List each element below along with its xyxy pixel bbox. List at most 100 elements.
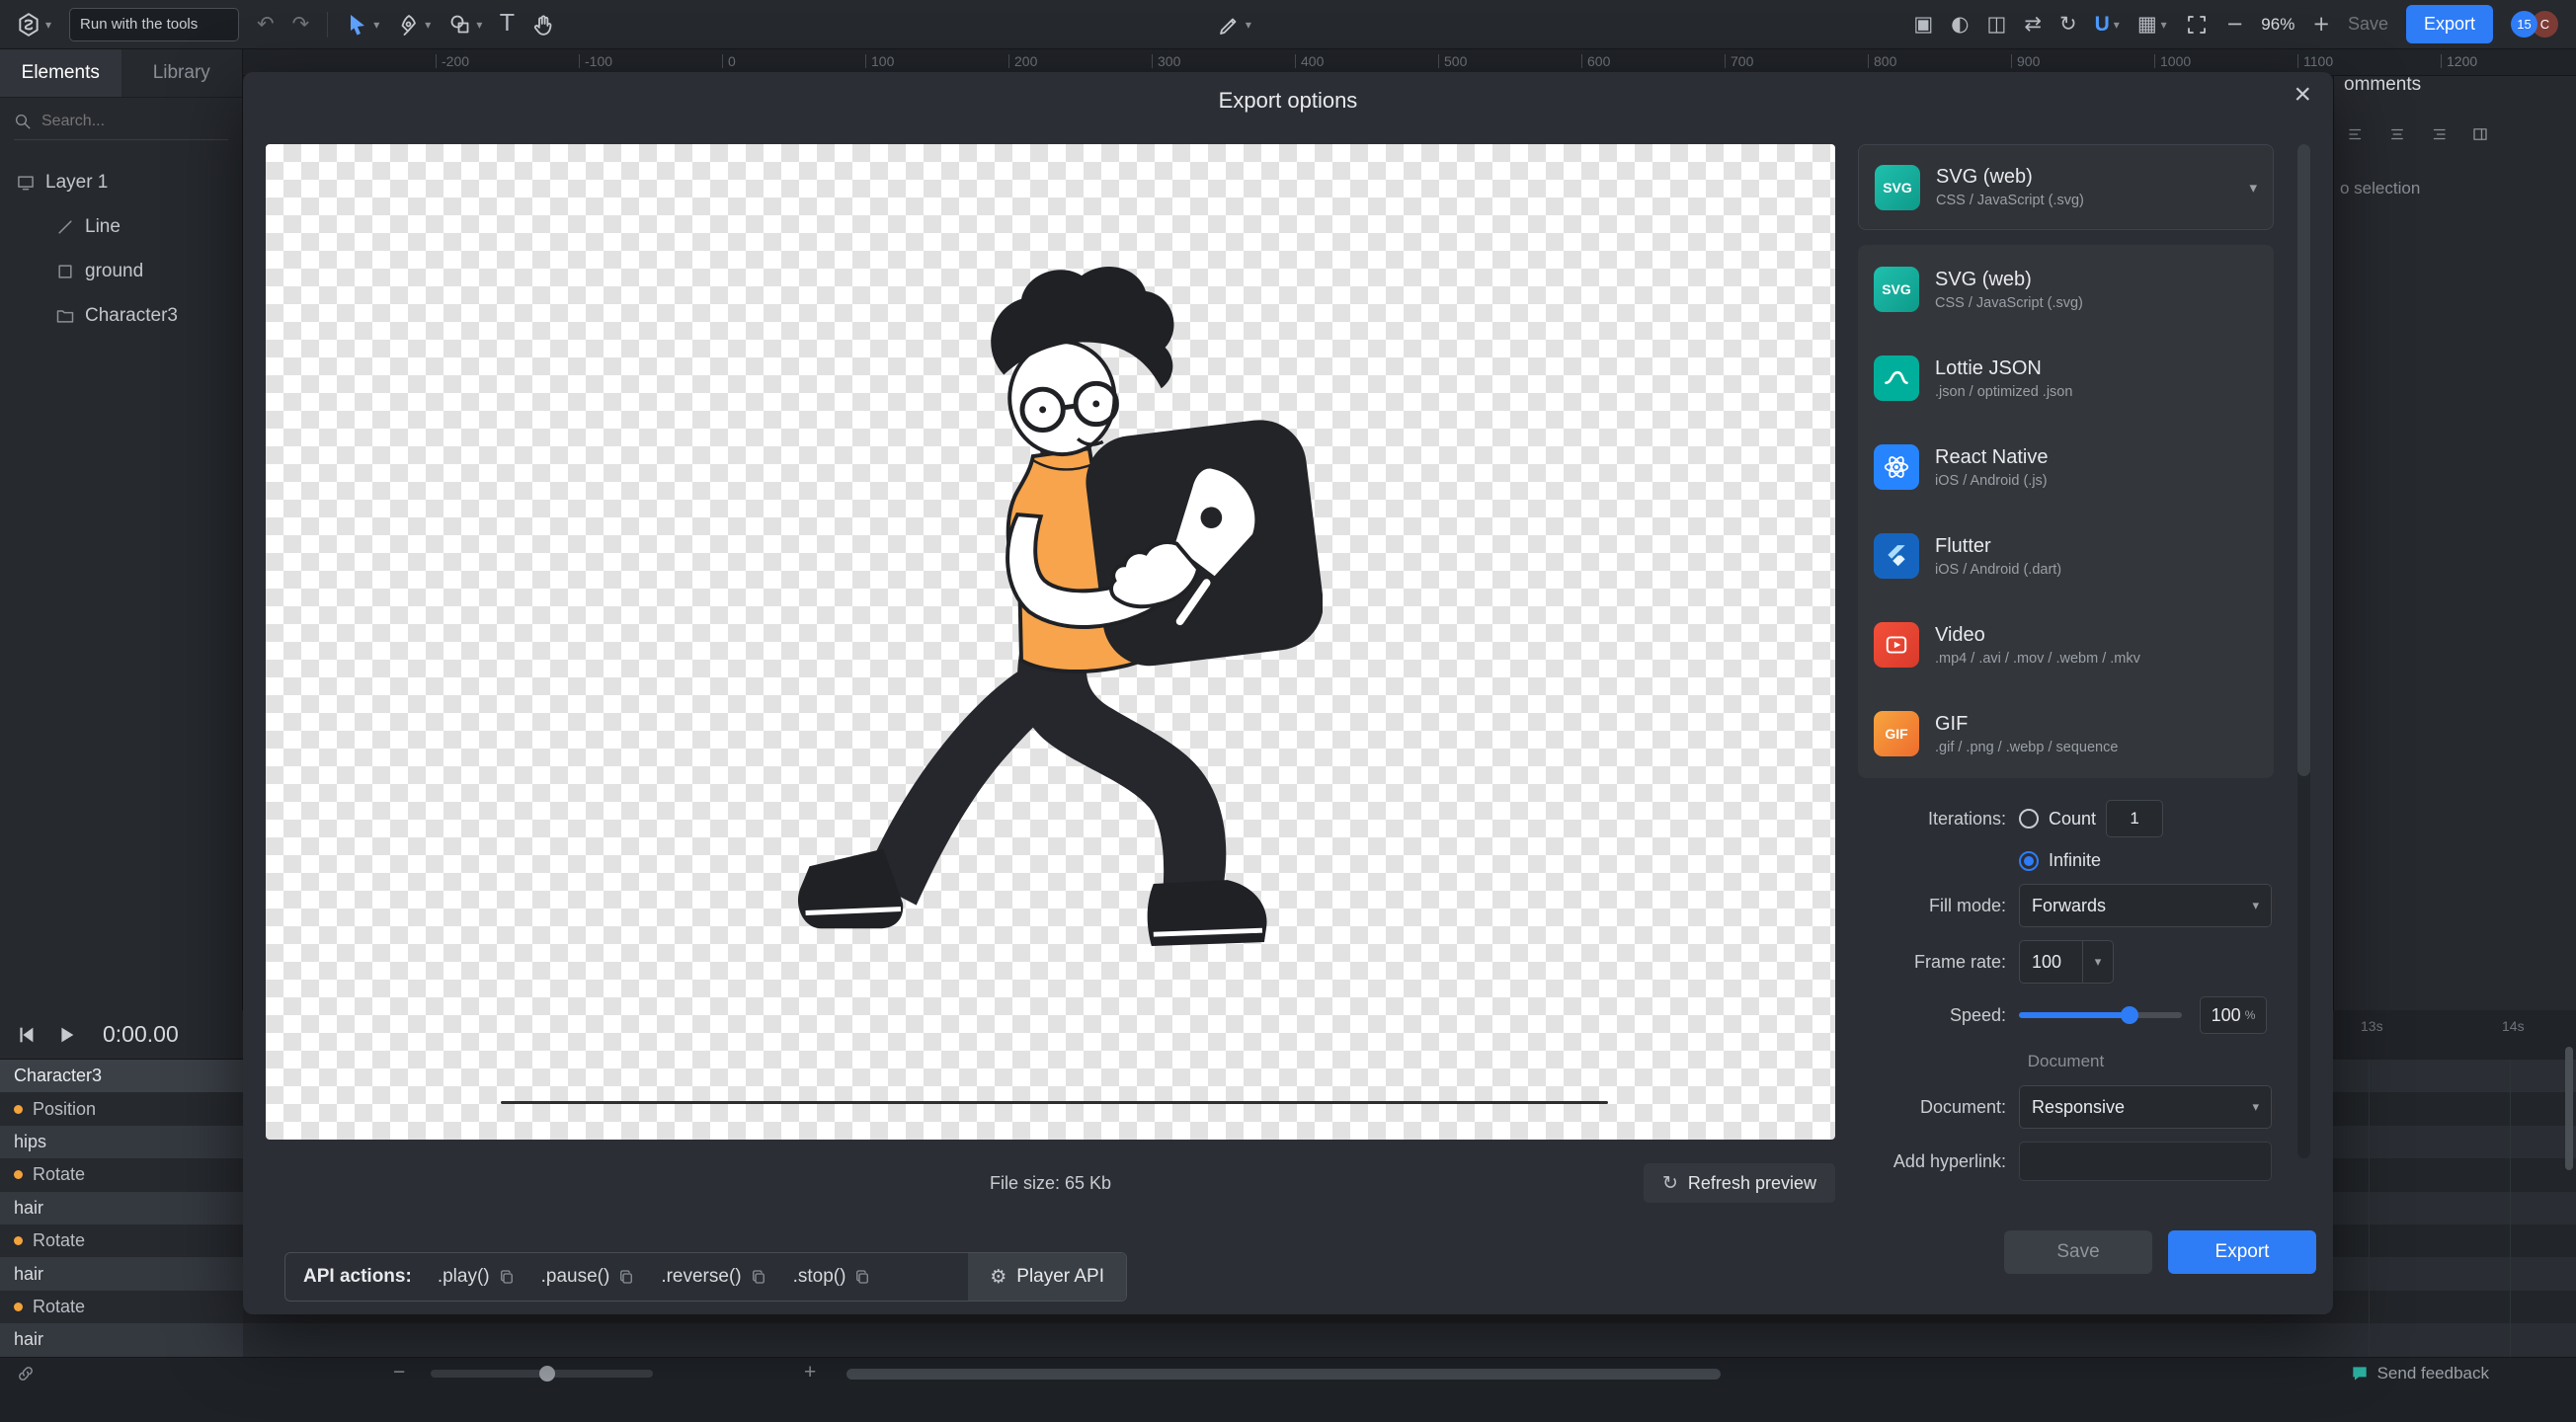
pencil-tool-button[interactable] (1218, 13, 1242, 37)
copy-icon[interactable] (853, 1268, 871, 1286)
contrast-icon[interactable]: ◐ (1951, 14, 1969, 35)
align-icon[interactable] (2429, 125, 2449, 143)
format-option-svg-web[interactable]: SVG SVG (web) CSS / JavaScript (.svg) (1858, 245, 2274, 334)
layer-item-layer1[interactable]: Layer 1 (0, 160, 242, 204)
player-api-button[interactable]: ⚙ Player API (968, 1253, 1126, 1301)
close-icon[interactable]: × (2294, 80, 2311, 110)
modal-export-button[interactable]: Export (2168, 1230, 2316, 1274)
layer-item-character3[interactable]: Character3 (0, 293, 242, 338)
modal-save-button[interactable]: Save (2004, 1230, 2152, 1274)
text-tool-button[interactable]: T (500, 13, 514, 36)
layer-item-line[interactable]: Line (0, 204, 242, 249)
format-option-react-native[interactable]: React Native iOS / Android (.js) (1858, 423, 2274, 512)
row-label: hair (14, 1198, 43, 1219)
api-action-play[interactable]: .play() (438, 1266, 516, 1288)
api-action-stop[interactable]: .stop() (793, 1266, 872, 1288)
copy-icon[interactable] (498, 1268, 516, 1286)
speed-slider[interactable] (2019, 1012, 2182, 1018)
timeline-lane[interactable] (243, 1323, 2576, 1356)
modal-scrollbar-thumb[interactable] (2297, 144, 2310, 776)
timeline-zoom-slider[interactable] (431, 1370, 653, 1378)
gear-icon: ⚙ (990, 1266, 1006, 1288)
chevron-down-icon: ▾ (425, 19, 431, 31)
rotate-icon[interactable]: ↻ (2059, 14, 2077, 35)
frame-rate-select[interactable]: 100 ▾ (2019, 940, 2114, 984)
character-illustration (720, 253, 1323, 1033)
props-toolbar (2346, 125, 2490, 143)
hand-tool-button[interactable] (531, 13, 555, 37)
sidebar-tabs: Elements Library (0, 49, 242, 98)
run-tools-input[interactable] (69, 8, 239, 41)
tab-elements[interactable]: Elements (0, 49, 121, 97)
redo-icon[interactable]: ↷ (292, 14, 310, 35)
skip-to-start-button[interactable] (16, 1024, 38, 1046)
speed-value-box[interactable]: 100 % (2200, 996, 2267, 1034)
frame-rate-value: 100 (2020, 952, 2082, 973)
refresh-preview-button[interactable]: ↻ Refresh preview (1644, 1163, 1835, 1203)
ruler-label: 600 (1581, 54, 1610, 68)
count-radio[interactable] (2019, 809, 2039, 829)
iterations-infinite-row: Infinite (1858, 850, 2274, 871)
format-dropdown[interactable]: SVG SVG (web) CSS / JavaScript (.svg) ▾ (1858, 144, 2274, 230)
zoom-level[interactable]: 96% (2261, 15, 2294, 35)
timeline-vertical-scrollbar[interactable] (2565, 1047, 2573, 1170)
panel-toggle-icon[interactable] (2470, 125, 2490, 143)
pen-tool-button[interactable]: ▾ (397, 13, 431, 37)
hyperlink-input[interactable] (2019, 1142, 2272, 1181)
split-view-icon[interactable]: ◫ (1987, 14, 2007, 35)
fit-screen-button[interactable] (2185, 13, 2209, 37)
save-button[interactable]: Save (2348, 14, 2388, 35)
zoom-out-button[interactable]: − (2226, 14, 2244, 35)
speed-row: Speed: 100 % (1858, 996, 2274, 1034)
timeline-zoom-out[interactable]: − (393, 1361, 405, 1384)
ruler-label: 0 (722, 54, 736, 68)
align-icon[interactable] (2346, 125, 2366, 143)
copy-icon[interactable] (617, 1268, 635, 1286)
format-option-video[interactable]: Video .mp4 / .avi / .mov / .webm / .mkv (1858, 600, 2274, 689)
zoom-in-button[interactable]: + (2312, 14, 2330, 35)
fill-mode-value: Forwards (2032, 896, 2106, 916)
document-select[interactable]: Responsive ▾ (2019, 1085, 2272, 1129)
chevron-down-icon: ▾ (2252, 898, 2259, 913)
api-action-pause[interactable]: .pause() (541, 1266, 636, 1288)
keyframe-dot-icon (14, 1236, 23, 1245)
infinite-radio[interactable] (2019, 851, 2039, 871)
timeline-zoom-in[interactable]: + (804, 1361, 816, 1384)
slider-thumb[interactable] (539, 1366, 555, 1382)
mask-icon[interactable]: ▣ (1913, 14, 1933, 35)
notification-badge[interactable]: 15 (2511, 11, 2537, 38)
format-option-gif[interactable]: GIF GIF .gif / .png / .webp / sequence (1858, 689, 2274, 778)
grid-view-button[interactable]: ▦ ▾ (2137, 14, 2167, 35)
play-button[interactable] (55, 1024, 77, 1046)
animate-tool-button[interactable]: U ▾ (2095, 13, 2120, 37)
format-option-flutter[interactable]: Flutter iOS / Android (.dart) (1858, 512, 2274, 600)
slider-thumb[interactable] (2121, 1006, 2138, 1024)
infinite-label: Infinite (2049, 850, 2101, 871)
export-button[interactable]: Export (2406, 5, 2493, 43)
layer-item-ground[interactable]: ground (0, 249, 242, 293)
timeline-row-hair[interactable]: hair (0, 1323, 2576, 1356)
toolbar-center-group: ▾ (1218, 13, 1251, 37)
fill-mode-select[interactable]: Forwards ▾ (2019, 884, 2272, 927)
link-icon[interactable] (16, 1364, 36, 1383)
tab-library[interactable]: Library (121, 49, 243, 97)
copy-icon[interactable] (750, 1268, 767, 1286)
app-logo-menu[interactable]: ▾ (16, 12, 51, 38)
format-option-lottie[interactable]: Lottie JSON .json / optimized .json (1858, 334, 2274, 423)
time-display: 0:00.00 (103, 1021, 179, 1048)
search-input[interactable] (40, 112, 211, 131)
align-icon[interactable] (2387, 125, 2407, 143)
swap-icon[interactable]: ⇄ (2024, 14, 2042, 35)
undo-icon[interactable]: ↶ (257, 14, 275, 35)
modal-scrollbar[interactable] (2297, 144, 2310, 1158)
chevron-down-icon: ▾ (2082, 941, 2113, 983)
shapes-tool-button[interactable]: ▾ (448, 13, 482, 37)
api-action-reverse[interactable]: .reverse() (661, 1266, 766, 1288)
count-input[interactable] (2106, 800, 2163, 837)
timeline-horizontal-scrollbar[interactable] (846, 1369, 1721, 1380)
animate-u-icon: U (2095, 13, 2110, 37)
send-feedback-button[interactable]: Send feedback (2350, 1364, 2489, 1383)
select-tool-button[interactable]: ▾ (346, 13, 379, 37)
export-settings-panel: SVG SVG (web) CSS / JavaScript (.svg) ▾ … (1858, 144, 2274, 1274)
format-subtitle: iOS / Android (.js) (1935, 473, 2049, 489)
